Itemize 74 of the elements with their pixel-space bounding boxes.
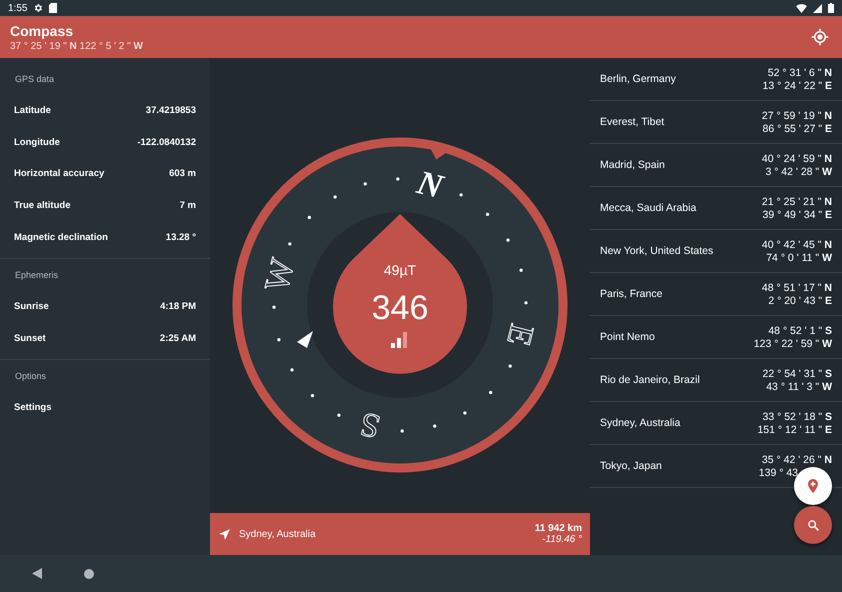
destination-bar[interactable]: Sydney, Australia 11 942 km -119.46 °: [210, 513, 590, 555]
heading-marker-icon: [430, 148, 448, 160]
setting-label: Sunset: [14, 332, 46, 344]
longitude-text: 39 ° 49 ' 34 " E: [762, 208, 832, 220]
setting-value: 2:25 AM: [160, 332, 196, 344]
longitude-text: 13 ° 24 ' 22 " E: [762, 80, 832, 92]
setting-label: True altitude: [14, 200, 70, 212]
place-item[interactable]: Everest, Tibet 27 ° 59 ' 19 " N 86 ° 55 ' 27 " E: [590, 101, 842, 144]
coordinates-text: 37 ° 25 ' 19 " N 122 ° 5 ' 2 " W: [10, 40, 144, 52]
wifi-icon: [796, 4, 807, 12]
back-icon[interactable]: [32, 568, 42, 579]
longitude-text: 3 ° 42 ' 28 " W: [765, 166, 832, 178]
search-icon: [806, 518, 820, 532]
longitude-text: 123 ° 22 ' 59 " W: [754, 338, 832, 350]
destination-name: Sydney, Australia: [239, 528, 316, 540]
setting-label: Latitude: [14, 105, 51, 116]
section-header: Options: [14, 370, 48, 384]
signal-bars-icon: [391, 332, 407, 348]
longitude-text: 74 ° 0 ' 11 " W: [766, 252, 832, 264]
place-item[interactable]: Point Nemo 48 ° 52 ' 1 " S 123 ° 22 ' 59 " W: [590, 316, 842, 359]
latitude-text: 48 ° 52 ' 1 " S: [768, 324, 832, 336]
bearing-pointer-icon: [297, 331, 313, 348]
field-strength: 49µT: [384, 262, 416, 278]
battery-icon: [828, 3, 834, 13]
setting-value: -122.0840132: [137, 136, 196, 148]
bearing-text: -119.46 °: [542, 534, 582, 545]
setting-label: Settings: [14, 402, 52, 414]
longitude-text: 139 ° 43: [758, 466, 798, 478]
settings-icon: [33, 3, 44, 13]
section-header: Ephemeris: [14, 268, 60, 282]
cell-signal-icon: [813, 4, 822, 12]
place-item[interactable]: Berlin, Germany 52 ° 31 ' 6 " N 13 ° 24 ' 22 " E: [590, 58, 842, 101]
setting-label: Horizontal accuracy: [14, 168, 104, 180]
app-title: Compass: [10, 22, 74, 38]
latitude-text: 27 ° 59 ' 19 " N: [762, 110, 832, 122]
longitude-text: 151 ° 12 ' 11 " E: [757, 424, 832, 436]
place-item[interactable]: Rio de Janeiro, Brazil 22 ° 54 ' 31 " S 43 ° 11 ' 3 " W: [590, 359, 842, 402]
place-item[interactable]: Sydney, Australia 33 ° 52 ' 18 " S 151 ° 12 ' 11 " E: [590, 402, 842, 445]
latitude-text: 22 ° 54 ' 31 " S: [762, 368, 832, 380]
cardinal-letter: W: [258, 255, 302, 296]
latitude-text: 48 ° 51 ' 17 " N: [762, 282, 832, 294]
setting-label: Sunrise: [14, 301, 49, 312]
section-header: GPS data: [14, 73, 56, 86]
longitude-text: 2 ° 20 ' 43 " E: [768, 294, 832, 306]
latitude-text: 21 ° 25 ' 21 " N: [762, 196, 832, 208]
place-item[interactable]: New York, United States 40 ° 42 ' 45 " N 74 ° 0 ' 11 " W: [590, 230, 842, 273]
cardinal-letter: S: [356, 404, 384, 446]
place-item[interactable]: Madrid, Spain 40 ° 24 ' 59 " N 3 ° 42 ' 28 " W: [590, 144, 842, 187]
latitude-text: 40 ° 42 ' 45 " N: [762, 238, 832, 250]
latitude-text: 35 ° 42 ' 26 " N: [762, 454, 832, 466]
map-pin-icon: [807, 479, 819, 493]
navigation-arrow-icon: [218, 528, 231, 540]
cardinal-letter: N: [413, 164, 446, 206]
place-item[interactable]: Paris, France 48 ° 51 ' 17 " N 2 ° 20 ' 43 " E: [590, 273, 842, 316]
home-icon[interactable]: [84, 568, 94, 578]
setting-label: Longitude: [14, 136, 60, 148]
setting-value: 7 m: [180, 200, 196, 212]
setting-label: Magnetic declination: [14, 232, 108, 243]
setting-value: 37.4219853: [146, 105, 196, 116]
sd-card-icon: [49, 3, 58, 13]
crosshair-icon: [811, 28, 829, 46]
setting-value: 603 m: [169, 168, 196, 180]
latitude-text: 52 ° 31 ' 6 " N: [768, 66, 832, 78]
longitude-text: 43 ° 11 ' 3 " W: [766, 380, 832, 392]
latitude-text: 33 ° 52 ' 18 " S: [762, 410, 832, 422]
latitude-text: 40 ° 24 ' 59 " N: [762, 152, 832, 164]
setting-value: 13.28 °: [166, 232, 196, 243]
heading-value: 346: [372, 289, 428, 327]
longitude-text: 86 ° 55 ' 27 " E: [762, 122, 832, 134]
clock: 1:55: [8, 2, 28, 14]
distance-text: 11 942 km: [534, 523, 582, 534]
cardinal-letter: E: [499, 320, 540, 350]
place-item[interactable]: Mecca, Saudi Arabia 21 ° 25 ' 21 " N 39 ° 49 ' 34 " E: [590, 187, 842, 230]
setting-value: 4:18 PM: [160, 301, 196, 312]
